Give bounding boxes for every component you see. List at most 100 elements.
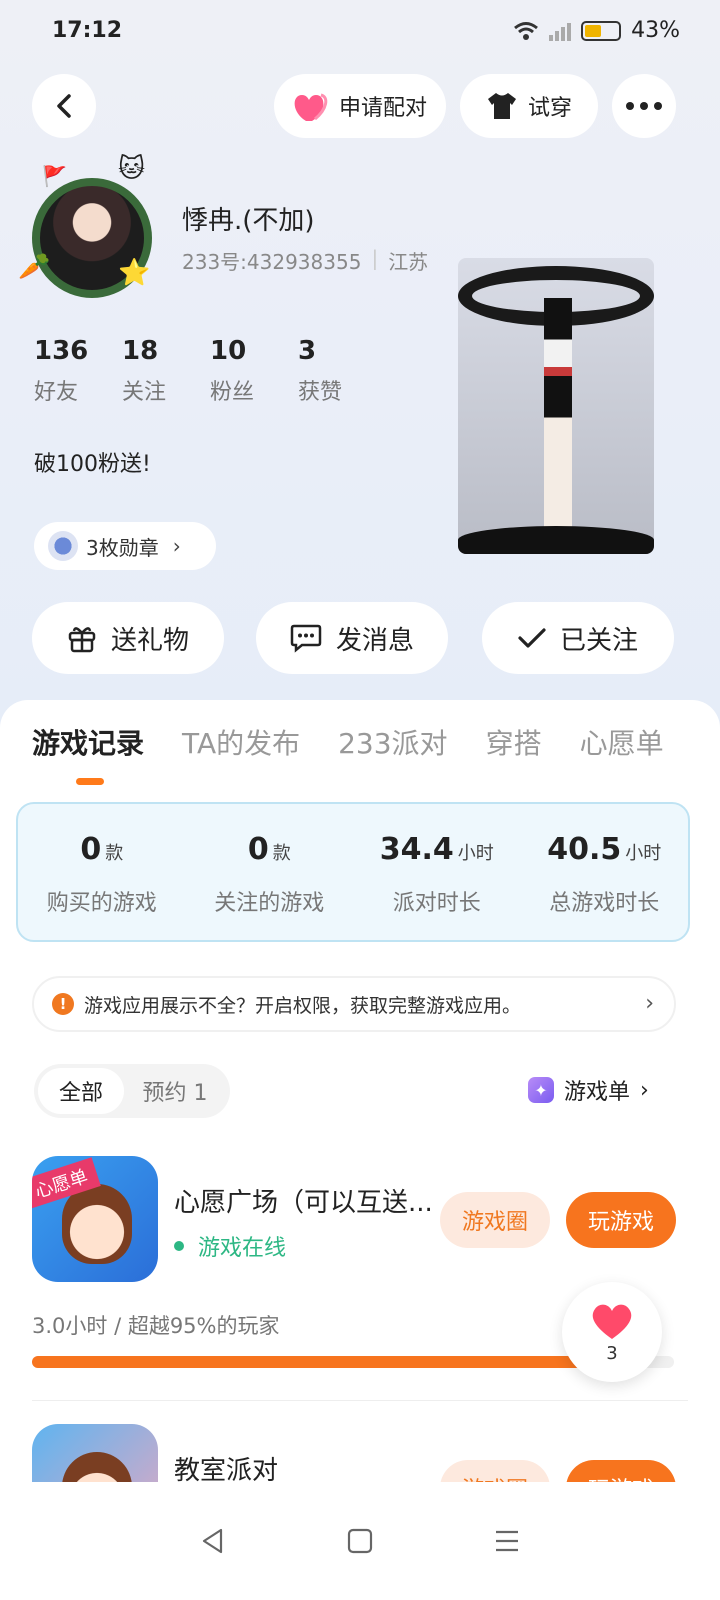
stat-likes[interactable]: 3 获赞 [298, 336, 386, 406]
medals-button[interactable]: 3枚勋章 › [34, 522, 216, 570]
stat-followers[interactable]: 10 粉丝 [210, 336, 298, 406]
summary-value: 0 [247, 832, 269, 867]
nav-back-icon[interactable] [199, 1527, 227, 1555]
profile-location: 江苏 [388, 250, 429, 274]
game-circle-button[interactable]: 游戏圈 [440, 1460, 550, 1482]
summary-unit: 款 [105, 843, 124, 864]
summary-unit: 小时 [457, 843, 494, 864]
more-button[interactable] [612, 74, 676, 138]
warning-icon: ! [52, 993, 74, 1015]
profile-name: 悸冉.(不加) [182, 206, 315, 236]
like-button[interactable]: 3 [562, 1282, 662, 1382]
stat-label: 好友 [34, 380, 79, 405]
medal-icon [48, 531, 78, 561]
heart-icon [592, 1304, 632, 1339]
send-gift-label: 送礼物 [110, 625, 189, 656]
summary-followed-games[interactable]: 0 款关注的游戏 [186, 804, 354, 940]
flag-decoration-icon: 🚩 [42, 164, 67, 188]
back-arrow-icon [57, 94, 71, 118]
system-nav-bar [0, 1482, 720, 1600]
avatar-frame[interactable]: 🐱 🥕 ⭐ 🚩 [18, 154, 162, 300]
character-figure [544, 298, 572, 528]
summary-label: 购买的游戏 [46, 891, 157, 916]
profile-stats: 136 好友 18 关注 10 粉丝 3 获赞 [34, 336, 386, 406]
tab-outfits[interactable]: 穿搭 [486, 722, 542, 762]
game-status-text: 游戏在线 [198, 1236, 287, 1261]
stat-value: 3 [298, 336, 317, 366]
active-tab-indicator [76, 778, 104, 785]
game-title: 心愿广场（可以互送... [174, 1188, 433, 1218]
summary-value: 0 [80, 832, 102, 867]
try-on-label: 试穿 [527, 96, 572, 121]
cat-decoration-icon: 🐱 [118, 154, 146, 184]
permission-notice[interactable]: ! 游戏应用展示不全？开启权限，获取完整游戏应用。 › [32, 976, 676, 1032]
game-icon-character [62, 1452, 132, 1482]
try-on-button[interactable]: 试穿 [460, 74, 598, 138]
battery-icon [581, 20, 622, 41]
stat-value: 10 [210, 336, 247, 366]
stat-value: 136 [34, 336, 89, 366]
stat-friends[interactable]: 136 好友 [34, 336, 122, 406]
play-game-button[interactable]: 玩游戏 [566, 1192, 676, 1248]
gift-icon [68, 627, 96, 653]
profile-bio: 破100粉送! [34, 452, 151, 477]
status-time: 17:12 [52, 18, 123, 43]
permission-notice-text: 游戏应用展示不全？开启权限，获取完整游戏应用。 [84, 994, 522, 1017]
nav-home-icon[interactable] [346, 1527, 374, 1555]
game-icon[interactable]: 心愿单 [32, 1156, 158, 1282]
stat-value: 18 [122, 336, 159, 366]
divider [32, 1400, 688, 1401]
summary-value: 34.4 [379, 832, 454, 867]
like-count: 3 [606, 1342, 618, 1364]
signal-icon [549, 21, 572, 41]
request-pair-button[interactable]: 申请配对 [274, 74, 446, 138]
chevron-right-icon: › [172, 534, 181, 558]
more-dots-icon [626, 102, 662, 110]
filter-reserved[interactable]: 预约 1 [124, 1075, 226, 1107]
game-filter: 全部 预约 1 [34, 1064, 230, 1118]
checkmark-icon [518, 628, 546, 648]
back-button[interactable] [32, 74, 96, 138]
game-icon-character [62, 1184, 132, 1264]
game-list-label: 游戏单 [564, 1080, 631, 1105]
send-gift-button[interactable]: 送礼物 [32, 602, 224, 674]
game-circle-button[interactable]: 游戏圈 [440, 1192, 550, 1248]
tab-party[interactable]: 233派对 [338, 722, 447, 762]
summary-unit: 小时 [625, 843, 662, 864]
profile-id[interactable]: 233号:432938355 [182, 246, 361, 275]
send-message-button[interactable]: 发消息 [256, 602, 448, 674]
game-summary-box: 0 款购买的游戏 0 款关注的游戏 34.4 小时 派对时长 40.5 小时 总游戏时长 [16, 802, 690, 942]
chevron-right-icon: › [645, 991, 654, 1016]
game-item[interactable]: 教室派对 游戏圈 玩游戏 [32, 1424, 688, 1482]
game-playtime: 3.0小时 / 超越95%的玩家 [32, 1314, 280, 1338]
tab-wishlist[interactable]: 心愿单 [580, 722, 664, 762]
heart-icon [294, 93, 328, 121]
followed-label: 已关注 [559, 625, 638, 656]
tab-posts[interactable]: TA的发布 [182, 722, 300, 762]
game-list-link[interactable]: ✦ 游戏单 › [528, 1074, 649, 1106]
avatar-character-image[interactable] [458, 258, 654, 554]
message-icon [290, 624, 322, 653]
online-dot-icon [174, 1241, 184, 1251]
stat-following[interactable]: 18 关注 [122, 336, 210, 406]
game-icon[interactable] [32, 1424, 158, 1482]
wifi-icon [514, 21, 539, 40]
sparkle-icon: ✦ [528, 1077, 554, 1103]
stat-label: 获赞 [298, 380, 343, 405]
summary-party-time[interactable]: 34.4 小时派对时长 [353, 804, 521, 940]
battery-percent: 43% [631, 18, 680, 43]
summary-unit: 款 [272, 843, 291, 864]
carrot-decoration-icon: 🥕 [18, 252, 51, 282]
play-game-button[interactable]: 玩游戏 [566, 1460, 676, 1482]
filter-all[interactable]: 全部 [38, 1068, 124, 1114]
separator: | [371, 246, 379, 270]
summary-total-time[interactable]: 40.5 小时 总游戏时长 [521, 804, 689, 940]
followed-button[interactable]: 已关注 [482, 602, 674, 674]
nav-menu-icon[interactable] [493, 1527, 521, 1555]
summary-label: 派对时长 [392, 891, 481, 916]
stat-label: 粉丝 [210, 380, 255, 405]
summary-label: 关注的游戏 [214, 891, 325, 916]
summary-value: 40.5 [547, 832, 622, 867]
summary-purchased[interactable]: 0 款购买的游戏 [18, 804, 186, 940]
tab-game-records[interactable]: 游戏记录 [32, 722, 144, 762]
